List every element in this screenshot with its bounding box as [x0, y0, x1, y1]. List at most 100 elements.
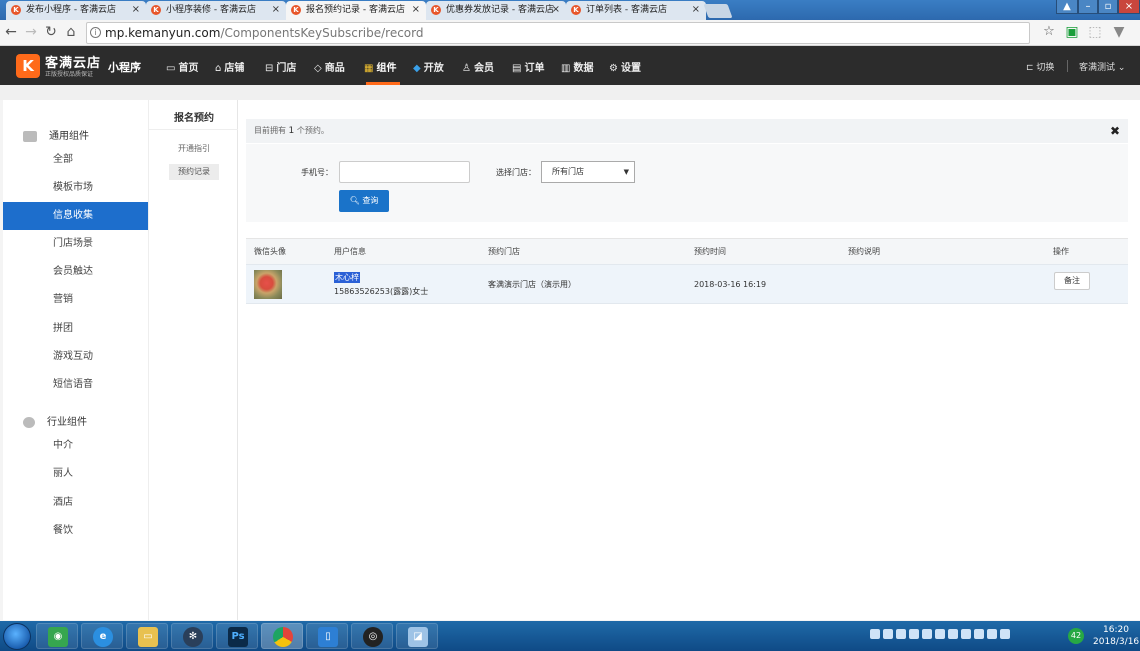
taskbar-app[interactable]: e [81, 623, 123, 649]
volume-icon[interactable] [974, 629, 984, 639]
nav-components[interactable]: ▦ 组件 [364, 59, 396, 74]
sidebar-item-dining[interactable]: 餐饮 [3, 517, 148, 545]
tray-icon[interactable] [922, 629, 932, 639]
new-tab-button[interactable] [703, 4, 733, 18]
browser-tab-active[interactable]: K 报名预约记录 - 客满云店 × [286, 1, 426, 20]
subnav-link-guide[interactable]: 开通指引 [169, 141, 219, 157]
nav-store[interactable]: ⊟ 门店 [265, 59, 296, 74]
sidebar-item-sms-voice[interactable]: 短信语音 [3, 371, 148, 399]
tab-close-icon[interactable]: × [692, 1, 700, 19]
sidebar-item-template-market[interactable]: 模板市场 [3, 174, 148, 202]
tray-icon[interactable] [961, 629, 971, 639]
minimize-icon[interactable]: – [1078, 0, 1098, 14]
forward-icon[interactable]: → [22, 23, 40, 41]
taskbar-app-active[interactable] [261, 623, 303, 649]
tray-icon[interactable] [870, 629, 880, 639]
nav-order[interactable]: ▤ 订单 [512, 59, 544, 74]
tray-icon[interactable] [896, 629, 906, 639]
brand-subtitle: 正版授权品质保证 [45, 71, 94, 78]
system-tray [870, 629, 1013, 643]
taskbar-app[interactable]: Ps [216, 623, 258, 649]
taskbar-app[interactable]: ◪ [396, 623, 438, 649]
address-bar[interactable]: i mp.kemanyun.com/ComponentsKeySubscribe… [86, 22, 1030, 44]
tab-close-icon[interactable]: × [552, 1, 560, 19]
photoshop-icon: Ps [228, 627, 248, 647]
kemanyun-logo[interactable]: K [16, 54, 40, 78]
table-header: 微信头像 用户信息 预约门店 预约时间 预约说明 操作 [246, 238, 1128, 264]
sidebar-item-games[interactable]: 游戏互动 [3, 343, 148, 371]
browser-tab[interactable]: K 订单列表 - 客满云店 × [566, 1, 706, 20]
switch-icon: ⊏ [1026, 63, 1037, 73]
taskbar-app[interactable]: ▭ [126, 623, 168, 649]
close-window-icon[interactable]: × [1118, 0, 1140, 14]
shop-icon: ⌂ [215, 63, 222, 74]
nav-member[interactable]: ♙ 会员 [462, 59, 494, 74]
sidebar-item-marketing[interactable]: 营销 [3, 286, 148, 314]
tray-badge[interactable]: 42 [1068, 628, 1084, 644]
site-info-icon[interactable]: i [90, 27, 101, 38]
app-header: K 客满云店 正版授权品质保证 小程序 ▭ 首页 ⌂ 店铺 ⊟ 门店 ◇ 商品 ▦ 组件 … [0, 46, 1140, 85]
reload-icon[interactable]: ↻ [42, 23, 60, 41]
maximize-icon[interactable]: ▫ [1098, 0, 1118, 14]
record-count-notice: 目前拥有 1 个预约。 ✖ [246, 119, 1128, 143]
tab-close-icon[interactable]: × [132, 1, 140, 19]
flag-icon[interactable] [987, 629, 997, 639]
main-content: 目前拥有 1 个预约。 ✖ 手机号： 选择门店： 所有门店 ▼ 🔍︎ 查询 微信头… [238, 100, 1140, 620]
extension-icon[interactable]: ⬚ [1086, 23, 1104, 41]
tab-close-icon[interactable]: × [412, 1, 420, 19]
tray-icon[interactable] [883, 629, 893, 639]
sidebar-item-group-buy[interactable]: 拼团 [3, 315, 148, 343]
user-icon[interactable]: ▲ [1056, 0, 1078, 14]
sidebar-item-agency[interactable]: 中介 [3, 432, 148, 460]
sidebar-item-member-reach[interactable]: 会员触达 [3, 258, 148, 286]
user-phone-name: 15863526253(露露)女士 [334, 287, 429, 296]
nav-home[interactable]: ▭ 首页 [166, 59, 198, 74]
sidebar-item-hotel[interactable]: 酒店 [3, 489, 148, 517]
kemanyun-favicon-icon: K [151, 5, 161, 15]
bookmark-star-icon[interactable]: ☆ [1040, 23, 1058, 41]
sidebar-item-all[interactable]: 全部 [3, 146, 148, 174]
sidebar-item-beauty[interactable]: 丽人 [3, 460, 148, 488]
account-menu[interactable]: 客满测试 ⌄ [1079, 60, 1125, 73]
phone-input[interactable] [339, 161, 470, 183]
taskbar-app[interactable]: ✻ [171, 623, 213, 649]
close-notice-icon[interactable]: ✖ [1110, 119, 1120, 143]
network-icon[interactable] [1000, 629, 1010, 639]
switch-button[interactable]: ⊏ 切换 [1026, 60, 1054, 73]
store-select[interactable]: 所有门店 ▼ [541, 161, 635, 183]
home-icon[interactable]: ⌂ [62, 23, 80, 41]
browser-titlebar: K 发布小程序 - 客满云店 × K 小程序装修 - 客满云店 × K 报名预约记录 - … [0, 0, 1140, 20]
subnav-link-records[interactable]: 预约记录 [169, 164, 219, 180]
extension-icon[interactable]: ▼ [1110, 23, 1128, 41]
sidebar-item-store-scene[interactable]: 门店场景 [3, 230, 148, 258]
nav-goods[interactable]: ◇ 商品 [314, 59, 345, 74]
tab-close-icon[interactable]: × [272, 1, 280, 19]
nav-settings[interactable]: ⚙ 设置 [609, 59, 641, 74]
store-icon: ⊟ [265, 63, 274, 74]
components-icon [23, 130, 37, 142]
browser-tab[interactable]: K 发布小程序 - 客满云店 × [6, 1, 146, 20]
back-icon[interactable]: ← [2, 23, 20, 41]
user-nickname: 木心梓 [334, 272, 360, 283]
nav-shop[interactable]: ⌂ 店铺 [215, 59, 244, 74]
extension-icon[interactable]: ▣ [1063, 23, 1081, 41]
tray-icon[interactable] [935, 629, 945, 639]
start-button[interactable] [3, 623, 31, 650]
home-icon: ▭ [166, 63, 176, 74]
tray-icon[interactable] [909, 629, 919, 639]
sidebar-item-info-collection[interactable]: 信息收集 [3, 202, 148, 230]
remark-button[interactable]: 备注 [1054, 272, 1090, 290]
browser-tab[interactable]: K 优惠券发放记录 - 客满云店 × [426, 1, 566, 20]
taskbar-app[interactable]: ▯ [306, 623, 348, 649]
system-clock[interactable]: 16:20 2018/3/16 [1093, 624, 1139, 648]
tray-icon[interactable] [948, 629, 958, 639]
taskbar-app[interactable]: ◉ [36, 623, 78, 649]
taskbar-app[interactable]: ◎ [351, 623, 393, 649]
filter-panel: 手机号： 选择门店： 所有门店 ▼ 🔍︎ 查询 [246, 144, 1128, 222]
folder-icon: ▭ [138, 627, 158, 647]
query-button[interactable]: 🔍︎ 查询 [339, 190, 389, 212]
product-name: 小程序 [108, 61, 141, 74]
nav-open[interactable]: ◆ 开放 [413, 59, 444, 74]
nav-data[interactable]: ▥ 数据 [561, 59, 593, 74]
browser-tab[interactable]: K 小程序装修 - 客满云店 × [146, 1, 286, 20]
